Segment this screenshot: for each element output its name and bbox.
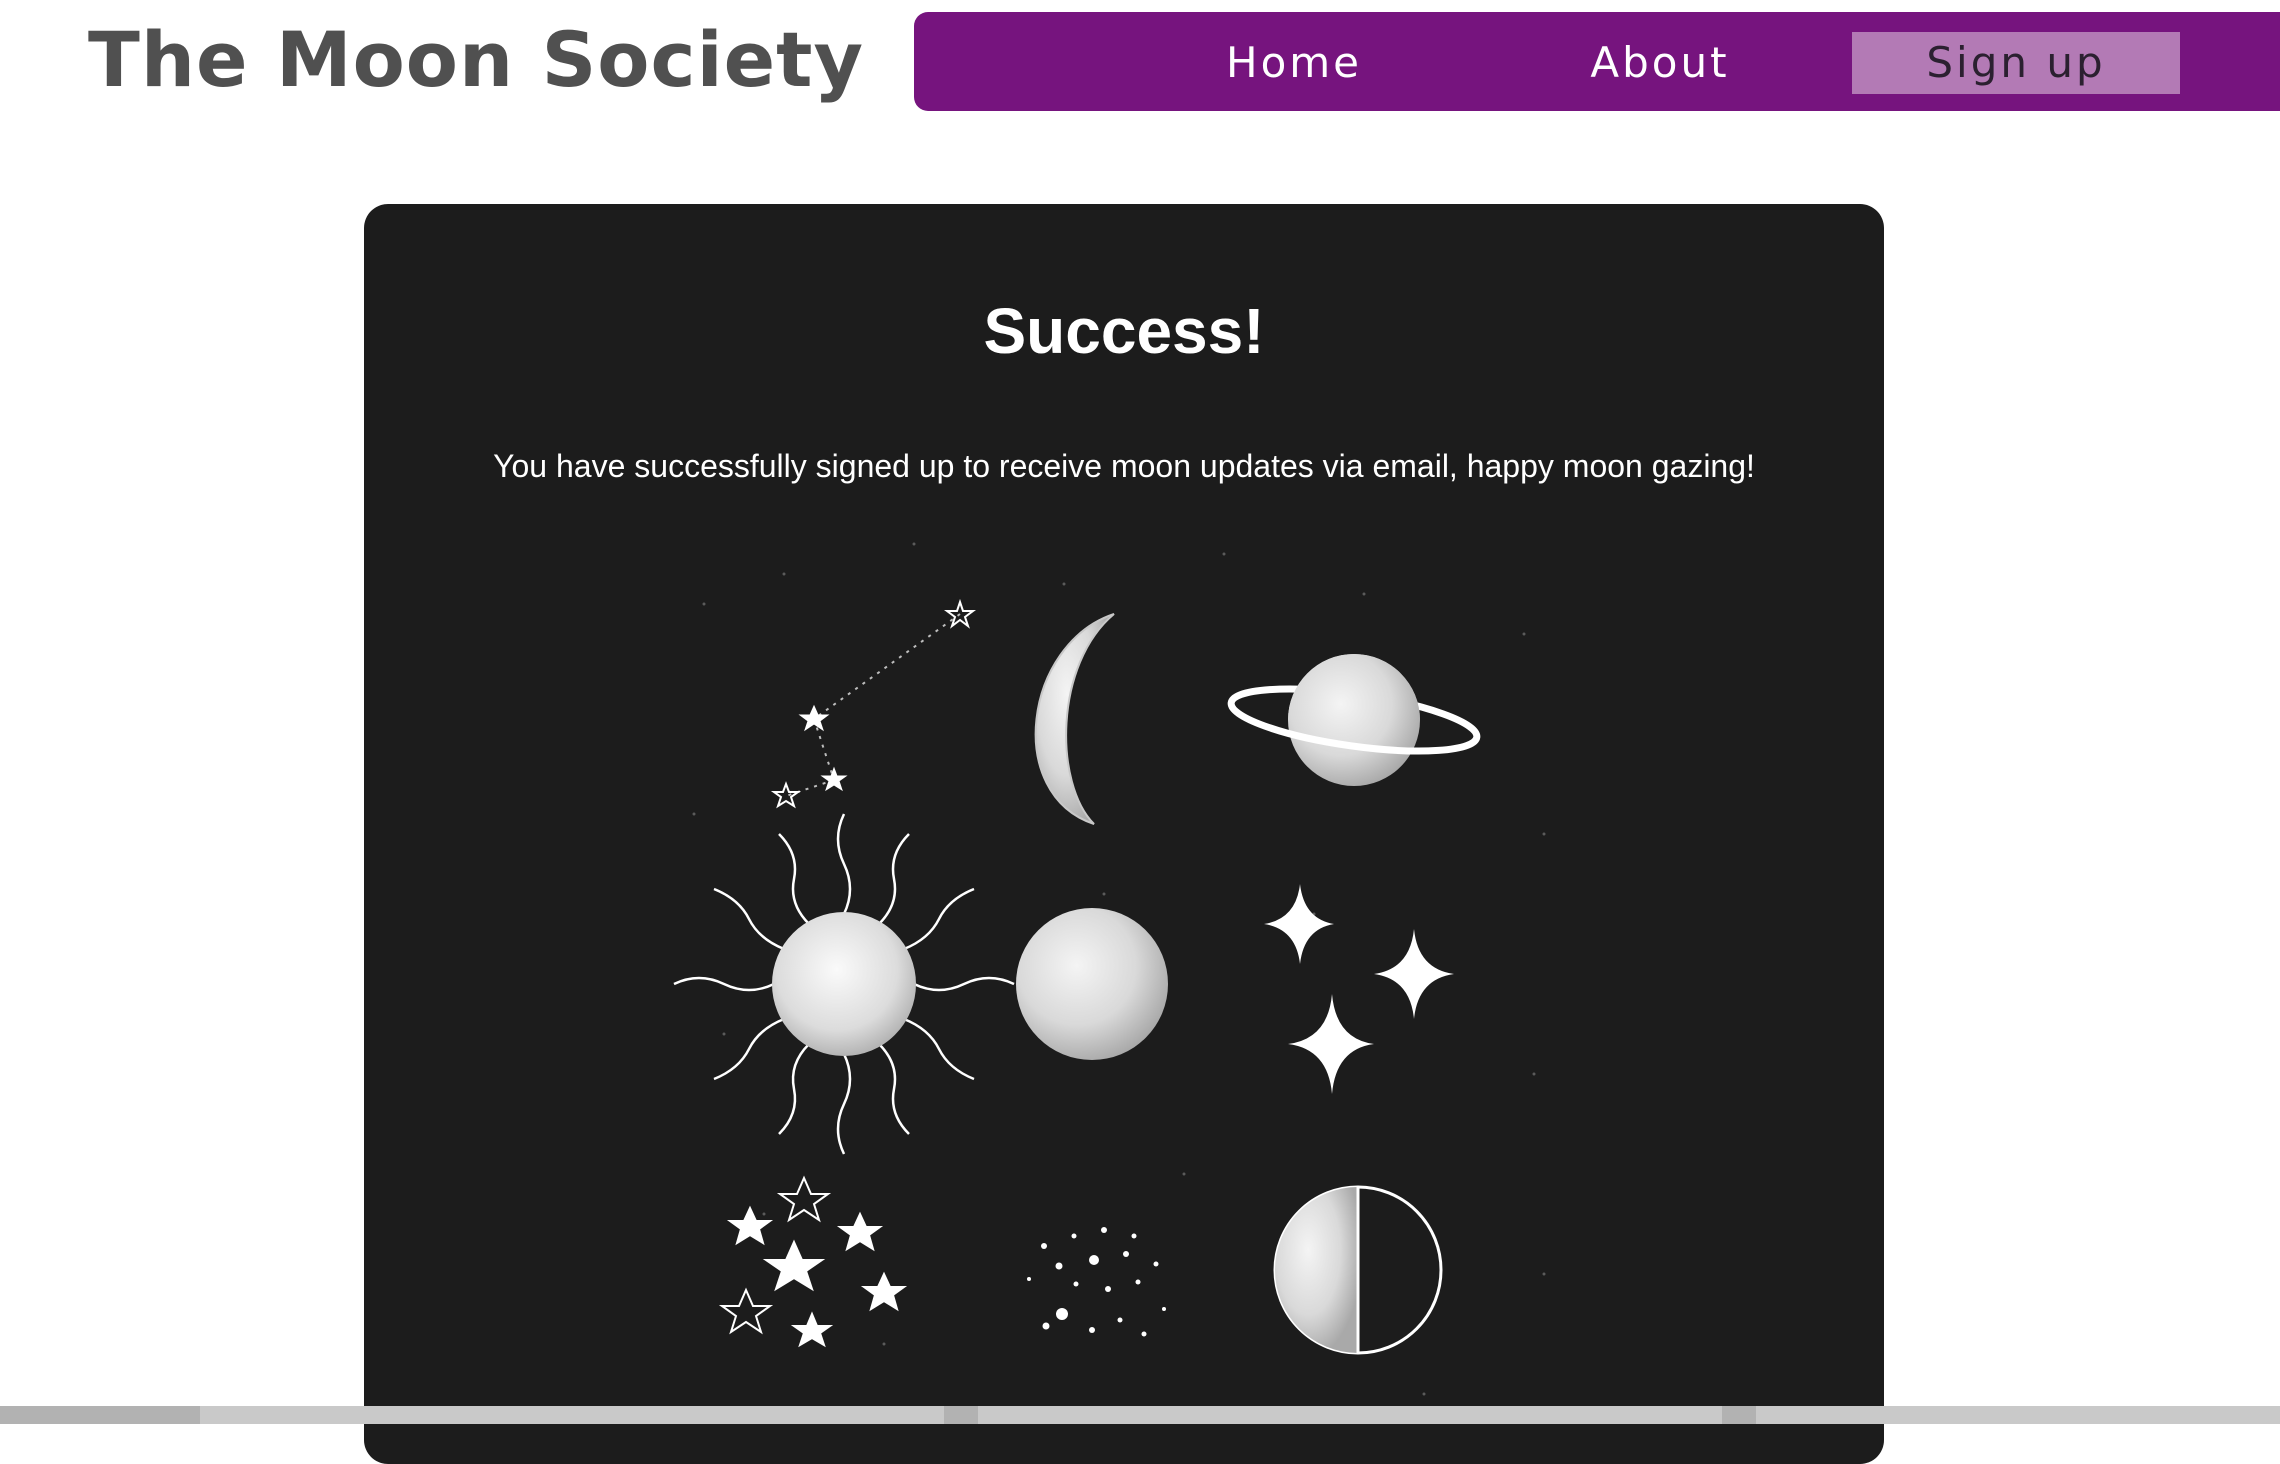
scrollbar-segment — [0, 1406, 200, 1424]
crescent-moon-icon — [1034, 613, 1115, 825]
stardust-icon — [1027, 1227, 1166, 1337]
stars-cluster-icon — [718, 1175, 908, 1348]
site-title: The Moon Society — [88, 15, 865, 104]
main-navbar: Home About Sign up — [914, 12, 2280, 111]
constellation-icon — [770, 598, 976, 809]
scrollbar-divider — [944, 1406, 978, 1424]
horizontal-scrollbar[interactable] — [0, 1406, 2280, 1424]
celestial-illustration — [673, 542, 1546, 1396]
full-moon-icon — [1016, 908, 1168, 1060]
nav-about-link[interactable]: About — [1540, 32, 1780, 94]
half-moon-icon — [1273, 1185, 1443, 1355]
nav-signup-link[interactable]: Sign up — [1852, 32, 2180, 94]
ringed-planet-icon — [1227, 654, 1481, 786]
success-title: Success! — [983, 295, 1265, 367]
sun-icon — [673, 813, 1015, 1155]
success-message: You have successfully signed up to recei… — [493, 448, 1755, 484]
success-card: Success! You have successfully signed up… — [364, 204, 1884, 1464]
scrollbar-divider — [1722, 1406, 1756, 1424]
sparkles-icon — [1264, 884, 1454, 1094]
nav-home-link[interactable]: Home — [1174, 32, 1414, 94]
